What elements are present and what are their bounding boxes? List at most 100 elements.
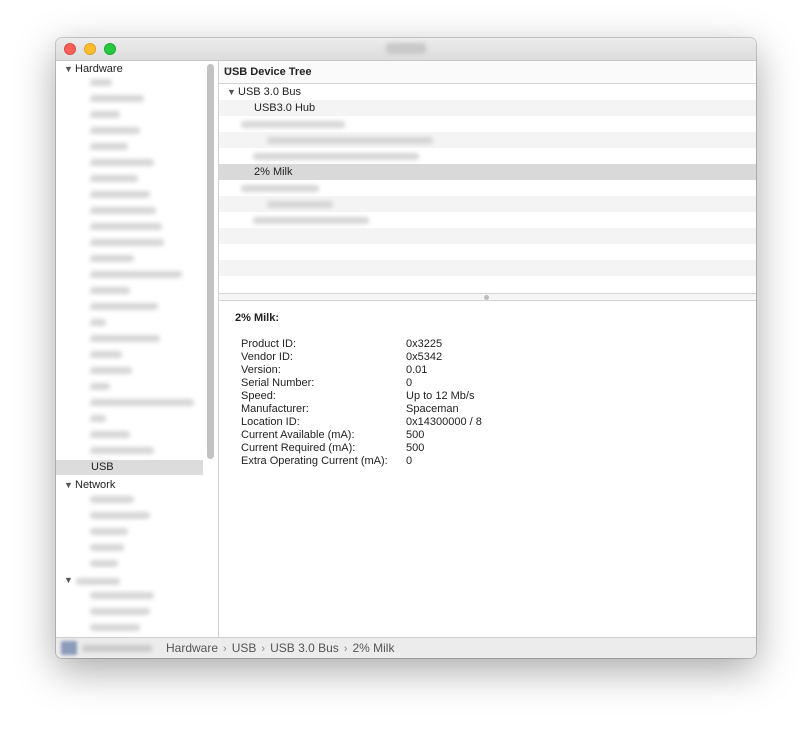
tree-row-usb-hub[interactable]: USB3.0 Hub bbox=[219, 100, 756, 116]
property-value: 0x14300000 / 8 bbox=[406, 416, 482, 428]
sidebar-group-software[interactable]: ▼ bbox=[64, 574, 75, 586]
breadcrumb-item[interactable]: 2% Milk bbox=[352, 641, 394, 655]
sidebar-item-blurred[interactable] bbox=[90, 255, 134, 262]
sidebar-item-blurred[interactable] bbox=[90, 399, 194, 406]
tree-row-blurred[interactable] bbox=[219, 116, 756, 132]
sidebar-group-network[interactable]: ▼ Network bbox=[64, 479, 115, 491]
sidebar-item-blurred[interactable] bbox=[90, 608, 150, 615]
tree-row-blurred-text bbox=[267, 201, 333, 208]
sidebar-item-blurred[interactable] bbox=[90, 528, 128, 535]
property-value: 0 bbox=[406, 377, 413, 389]
system-information-window: ▼ Hardware USB ▼ Network ▼ USB Device Tr… bbox=[56, 38, 756, 658]
sidebar-item-blurred[interactable] bbox=[90, 512, 150, 519]
disclosure-triangle-icon[interactable]: ▼ bbox=[64, 64, 75, 74]
property-label: Manufacturer: bbox=[241, 403, 309, 415]
sidebar-item-blurred[interactable] bbox=[90, 207, 156, 214]
sidebar-item-blurred[interactable] bbox=[90, 544, 124, 551]
sidebar-item-blurred[interactable] bbox=[90, 287, 130, 294]
tree-column-header[interactable]: USB Device Tree ⌃ bbox=[219, 61, 756, 84]
sidebar-item-blurred[interactable] bbox=[90, 431, 130, 438]
tree-row-blurred[interactable] bbox=[219, 148, 756, 164]
computer-icon bbox=[61, 641, 77, 655]
tree-row-usb-bus[interactable]: ▼ USB 3.0 Bus bbox=[219, 84, 756, 100]
tree-row-blurred-text bbox=[241, 185, 319, 192]
sidebar-item-blurred[interactable] bbox=[90, 303, 158, 310]
property-value: 0x3225 bbox=[406, 338, 443, 350]
window-title-blurred bbox=[386, 43, 426, 54]
sidebar-item-blurred[interactable] bbox=[90, 79, 112, 86]
tree-row-blurred[interactable] bbox=[219, 132, 756, 148]
sidebar-item-blurred[interactable] bbox=[90, 592, 154, 599]
property-label: Location ID: bbox=[241, 416, 300, 428]
tree-row-blurred[interactable] bbox=[219, 196, 756, 212]
tree-row-blurred[interactable] bbox=[219, 180, 756, 196]
sidebar: ▼ Hardware USB ▼ Network ▼ bbox=[56, 61, 205, 637]
property-label: Speed: bbox=[241, 390, 276, 402]
property-value: 500 bbox=[406, 429, 425, 441]
disclosure-triangle-icon[interactable]: ▼ bbox=[227, 87, 236, 97]
tree-row-blurred-text bbox=[241, 121, 345, 128]
sidebar-item-blurred[interactable] bbox=[90, 95, 144, 102]
minimize-button[interactable] bbox=[84, 43, 96, 55]
status-bar: Hardware › USB › USB 3.0 Bus › 2% Milk bbox=[56, 637, 756, 658]
sidebar-item-blurred[interactable] bbox=[90, 271, 182, 278]
disclosure-triangle-icon[interactable]: ▼ bbox=[64, 480, 75, 490]
chevron-right-icon: › bbox=[343, 643, 348, 655]
sidebar-item-blurred[interactable] bbox=[90, 351, 122, 358]
disclosure-triangle-icon[interactable]: ▼ bbox=[64, 575, 75, 585]
property-value: Spaceman bbox=[406, 403, 459, 415]
property-value: 0x5342 bbox=[406, 351, 443, 363]
sidebar-item-blurred[interactable] bbox=[90, 560, 118, 567]
property-value: Up to 12 Mb/s bbox=[406, 390, 475, 402]
property-label: Current Required (mA): bbox=[241, 442, 356, 454]
sidebar-item-blurred[interactable] bbox=[90, 335, 160, 342]
sidebar-item-blurred[interactable] bbox=[90, 223, 162, 230]
sidebar-item-blurred[interactable] bbox=[90, 127, 140, 134]
title-bar[interactable] bbox=[56, 38, 756, 61]
splitter-handle-icon[interactable] bbox=[484, 295, 489, 300]
breadcrumb-item[interactable]: USB bbox=[232, 641, 257, 655]
sidebar-item-blurred[interactable] bbox=[90, 175, 138, 182]
property-value: 0 bbox=[406, 455, 413, 467]
breadcrumb-item[interactable]: Hardware bbox=[166, 641, 218, 655]
computer-name-blurred bbox=[82, 645, 152, 652]
sidebar-item-blurred[interactable] bbox=[90, 239, 164, 246]
breadcrumb: Hardware › USB › USB 3.0 Bus › 2% Milk bbox=[166, 641, 394, 655]
sort-ascending-icon[interactable]: ⌃ bbox=[224, 66, 750, 77]
sidebar-item-blurred[interactable] bbox=[76, 578, 120, 585]
sidebar-item-blurred[interactable] bbox=[90, 383, 110, 390]
tree-row-blurred-text bbox=[253, 217, 369, 224]
sidebar-item-blurred[interactable] bbox=[90, 496, 134, 503]
chevron-right-icon: › bbox=[223, 643, 227, 655]
tree-row-empty bbox=[219, 244, 756, 260]
property-label: Serial Number: bbox=[241, 377, 315, 389]
property-value: 500 bbox=[406, 442, 425, 454]
sidebar-item-blurred[interactable] bbox=[90, 159, 154, 166]
sidebar-item-blurred[interactable] bbox=[90, 319, 106, 326]
sidebar-item-blurred[interactable] bbox=[90, 143, 128, 150]
sidebar-item-blurred[interactable] bbox=[90, 447, 154, 454]
tree-row-blurred[interactable] bbox=[219, 212, 756, 228]
sidebar-item-blurred[interactable] bbox=[90, 415, 106, 422]
pane-splitter[interactable] bbox=[219, 293, 756, 301]
property-label: Extra Operating Current (mA): bbox=[241, 455, 388, 467]
tree-row-blurred-text bbox=[253, 153, 419, 160]
property-label: Vendor ID: bbox=[241, 351, 293, 363]
close-button[interactable] bbox=[64, 43, 76, 55]
tree-row-2-percent-milk[interactable]: 2% Milk bbox=[219, 164, 756, 180]
sidebar-item-usb[interactable]: USB bbox=[56, 460, 203, 475]
tree-row-empty bbox=[219, 260, 756, 276]
property-label: Product ID: bbox=[241, 338, 297, 350]
property-label: Current Available (mA): bbox=[241, 429, 355, 441]
zoom-button[interactable] bbox=[104, 43, 116, 55]
sidebar-item-blurred[interactable] bbox=[90, 367, 132, 374]
sidebar-item-blurred[interactable] bbox=[90, 191, 150, 198]
breadcrumb-item[interactable]: USB 3.0 Bus bbox=[270, 641, 339, 655]
property-label: Version: bbox=[241, 364, 281, 376]
sidebar-item-blurred[interactable] bbox=[90, 624, 140, 631]
detail-title: 2% Milk: bbox=[235, 312, 280, 324]
sidebar-group-hardware[interactable]: ▼ Hardware bbox=[64, 63, 123, 75]
sidebar-item-blurred[interactable] bbox=[90, 111, 120, 118]
sidebar-scrollbar[interactable] bbox=[207, 64, 214, 459]
tree-row-empty bbox=[219, 228, 756, 244]
